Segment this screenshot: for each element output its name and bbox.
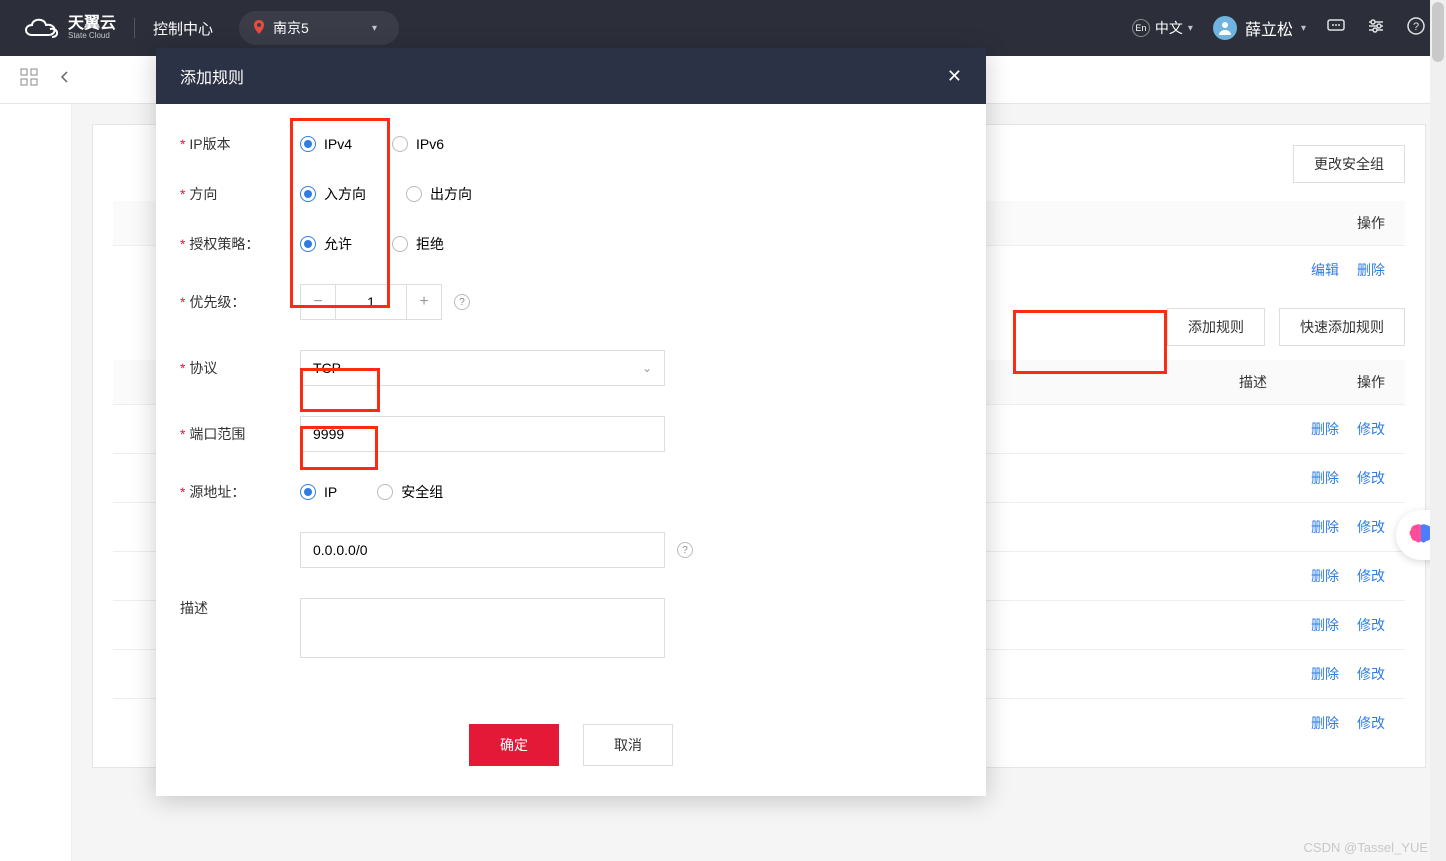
field-desc: 描述	[180, 598, 962, 658]
help-icon[interactable]: ?	[454, 294, 470, 310]
chevron-down-icon: ⌄	[642, 361, 652, 375]
radio-ipv6[interactable]: IPv6	[392, 136, 444, 152]
port-input[interactable]	[300, 416, 665, 452]
field-ip-version: IP版本 IPv4 IPv6	[180, 134, 962, 154]
stepper-decrement[interactable]: −	[300, 284, 336, 320]
label-protocol: 协议	[180, 358, 300, 378]
field-cidr: ?	[180, 532, 962, 568]
cidr-input[interactable]	[300, 532, 665, 568]
watermark: CSDN @Tassel_YUE	[1304, 840, 1428, 855]
label-policy: 授权策略：	[180, 234, 300, 254]
priority-stepper: − +	[300, 284, 442, 320]
cancel-button[interactable]: 取消	[583, 724, 673, 766]
field-protocol: 协议 TCP ⌄	[180, 350, 962, 386]
field-direction: 方向 入方向 出方向	[180, 184, 962, 204]
modal-mask: 添加规则 ✕ IP版本 IPv4 IPv6 方向 入方向 出方向 授权策略：	[0, 0, 1446, 861]
radio-ipv4[interactable]: IPv4	[300, 136, 352, 152]
stepper-increment[interactable]: +	[406, 284, 442, 320]
add-rule-modal: 添加规则 ✕ IP版本 IPv4 IPv6 方向 入方向 出方向 授权策略：	[156, 48, 986, 796]
protocol-select[interactable]: TCP ⌄	[300, 350, 665, 386]
protocol-value: TCP	[313, 360, 341, 376]
field-policy: 授权策略： 允许 拒绝	[180, 234, 962, 254]
field-port: 端口范围	[180, 416, 962, 452]
close-icon[interactable]: ✕	[947, 66, 962, 87]
label-port: 端口范围	[180, 424, 300, 444]
radio-outbound[interactable]: 出方向	[406, 184, 472, 204]
description-input[interactable]	[300, 598, 665, 658]
field-priority: 优先级： − + ?	[180, 284, 962, 320]
label-priority: 优先级：	[180, 292, 300, 312]
radio-deny[interactable]: 拒绝	[392, 234, 444, 254]
modal-header: 添加规则 ✕	[156, 48, 986, 104]
label-desc: 描述	[180, 598, 300, 618]
modal-title: 添加规则	[180, 64, 244, 88]
scrollbar-thumb[interactable]	[1432, 2, 1444, 62]
radio-source-ip[interactable]: IP	[300, 484, 337, 500]
confirm-button[interactable]: 确定	[469, 724, 559, 766]
label-source: 源地址：	[180, 482, 300, 502]
field-source: 源地址： IP 安全组	[180, 482, 962, 502]
help-icon[interactable]: ?	[677, 542, 693, 558]
priority-input[interactable]	[336, 284, 406, 320]
radio-allow[interactable]: 允许	[300, 234, 352, 254]
label-direction: 方向	[180, 184, 300, 204]
label-ip-version: IP版本	[180, 134, 300, 154]
scrollbar[interactable]	[1430, 0, 1446, 861]
radio-source-sg[interactable]: 安全组	[377, 482, 443, 502]
modal-footer: 确定 取消	[156, 698, 986, 796]
radio-inbound[interactable]: 入方向	[300, 184, 366, 204]
modal-body: IP版本 IPv4 IPv6 方向 入方向 出方向 授权策略： 允许 拒绝	[156, 104, 986, 698]
